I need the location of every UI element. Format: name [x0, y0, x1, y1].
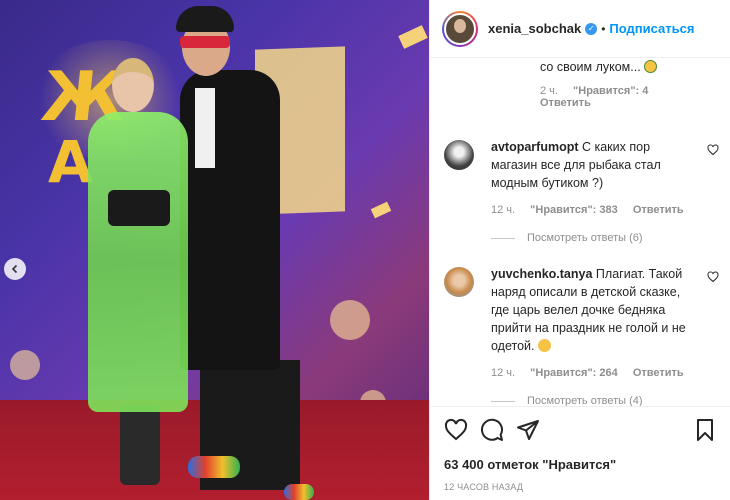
comment-item: yuvchenko.tanya Плагиат. Такой наряд опи… — [444, 265, 719, 406]
reply-button[interactable]: Ответить — [633, 204, 684, 216]
author-avatar[interactable] — [442, 10, 478, 47]
author-username[interactable]: xenia_sobchak — [488, 21, 581, 36]
view-replies-label: Посмотреть ответы (4) — [527, 395, 643, 406]
confetti — [370, 201, 392, 219]
post-photo[interactable]: Ж А — [0, 0, 429, 500]
commenter-username[interactable]: avtoparfumopt — [491, 140, 579, 154]
follow-button[interactable]: Подписаться — [609, 21, 694, 36]
previous-photo-button[interactable] — [4, 258, 26, 280]
post-side-panel: xenia_sobchak ✓ • Подписаться со своим л… — [429, 0, 730, 500]
commenter-username[interactable]: yuvchenko.tanya — [491, 267, 592, 281]
comment-text: со своим луком... — [540, 60, 641, 74]
share-paper-plane-icon[interactable] — [516, 418, 540, 442]
woman-head — [112, 58, 154, 112]
like-comment-heart-icon[interactable] — [707, 144, 719, 156]
view-replies-button[interactable]: Посмотреть ответы (6) — [491, 232, 719, 244]
comment-time: 2 ч. — [540, 85, 558, 97]
man-shoe — [284, 484, 314, 500]
verified-badge-icon: ✓ — [585, 22, 598, 35]
reply-button[interactable]: Ответить — [633, 367, 684, 379]
view-replies-label: Посмотреть ответы (6) — [527, 232, 643, 244]
header-separator: • — [601, 21, 606, 36]
comment-meta: 2 ч. "Нравится": 4 — [540, 85, 657, 97]
replies-divider — [491, 237, 515, 239]
bokeh-light — [330, 300, 370, 340]
man-shirt — [195, 88, 215, 168]
comment-item: avtoparfumopt С каких пор магазин все дл… — [444, 138, 719, 244]
backdrop-logo-lower: А — [48, 128, 93, 196]
commenter-avatar[interactable] — [444, 267, 474, 297]
man-glasses — [180, 36, 230, 48]
confetti — [398, 25, 428, 49]
woman-dress — [88, 112, 188, 412]
bokeh-light — [10, 350, 40, 380]
post-timestamp[interactable]: 12 ЧАСОВ НАЗАД — [444, 482, 717, 492]
avatar-image — [444, 12, 476, 45]
comment-meta: 12 ч. "Нравится": 383 Ответить — [491, 204, 699, 216]
man-cap — [176, 6, 234, 32]
commenter-avatar[interactable] — [444, 140, 474, 170]
emoji-icon — [644, 60, 658, 73]
reply-button[interactable]: Ответить — [540, 97, 591, 109]
comment-time: 12 ч. — [491, 204, 516, 216]
post-header: xenia_sobchak ✓ • Подписаться — [430, 0, 730, 58]
woman-belt — [108, 190, 170, 226]
comment-likes[interactable]: "Нравится": 383 — [530, 204, 618, 216]
replies-divider — [491, 400, 515, 402]
view-replies-button[interactable]: Посмотреть ответы (4) — [491, 395, 719, 406]
save-bookmark-icon[interactable] — [693, 418, 717, 442]
comment-partial: со своим луком... 2 ч. "Нравится": 4 Отв… — [540, 58, 658, 109]
comment-meta: 12 ч. "Нравится": 264 Ответить — [491, 367, 699, 379]
like-heart-icon[interactable] — [444, 418, 468, 442]
comment-bubble-icon[interactable] — [480, 418, 504, 442]
woman-legs — [120, 405, 160, 485]
post-actions: 63 400 отметок "Нравится" 12 ЧАСОВ НАЗАД — [430, 406, 730, 492]
emoji-icon — [537, 339, 551, 352]
chevron-left-icon — [11, 264, 18, 274]
comments-list[interactable]: со своим луком... 2 ч. "Нравится": 4 Отв… — [430, 58, 730, 406]
man-shoe — [188, 456, 240, 478]
like-comment-heart-icon[interactable] — [707, 271, 719, 283]
comment-likes[interactable]: "Нравится": 4 — [573, 85, 648, 97]
comment-time: 12 ч. — [491, 367, 516, 379]
likes-count[interactable]: 63 400 отметок "Нравится" — [444, 457, 717, 472]
comment-likes[interactable]: "Нравится": 264 — [530, 367, 618, 379]
action-icons — [444, 417, 717, 443]
